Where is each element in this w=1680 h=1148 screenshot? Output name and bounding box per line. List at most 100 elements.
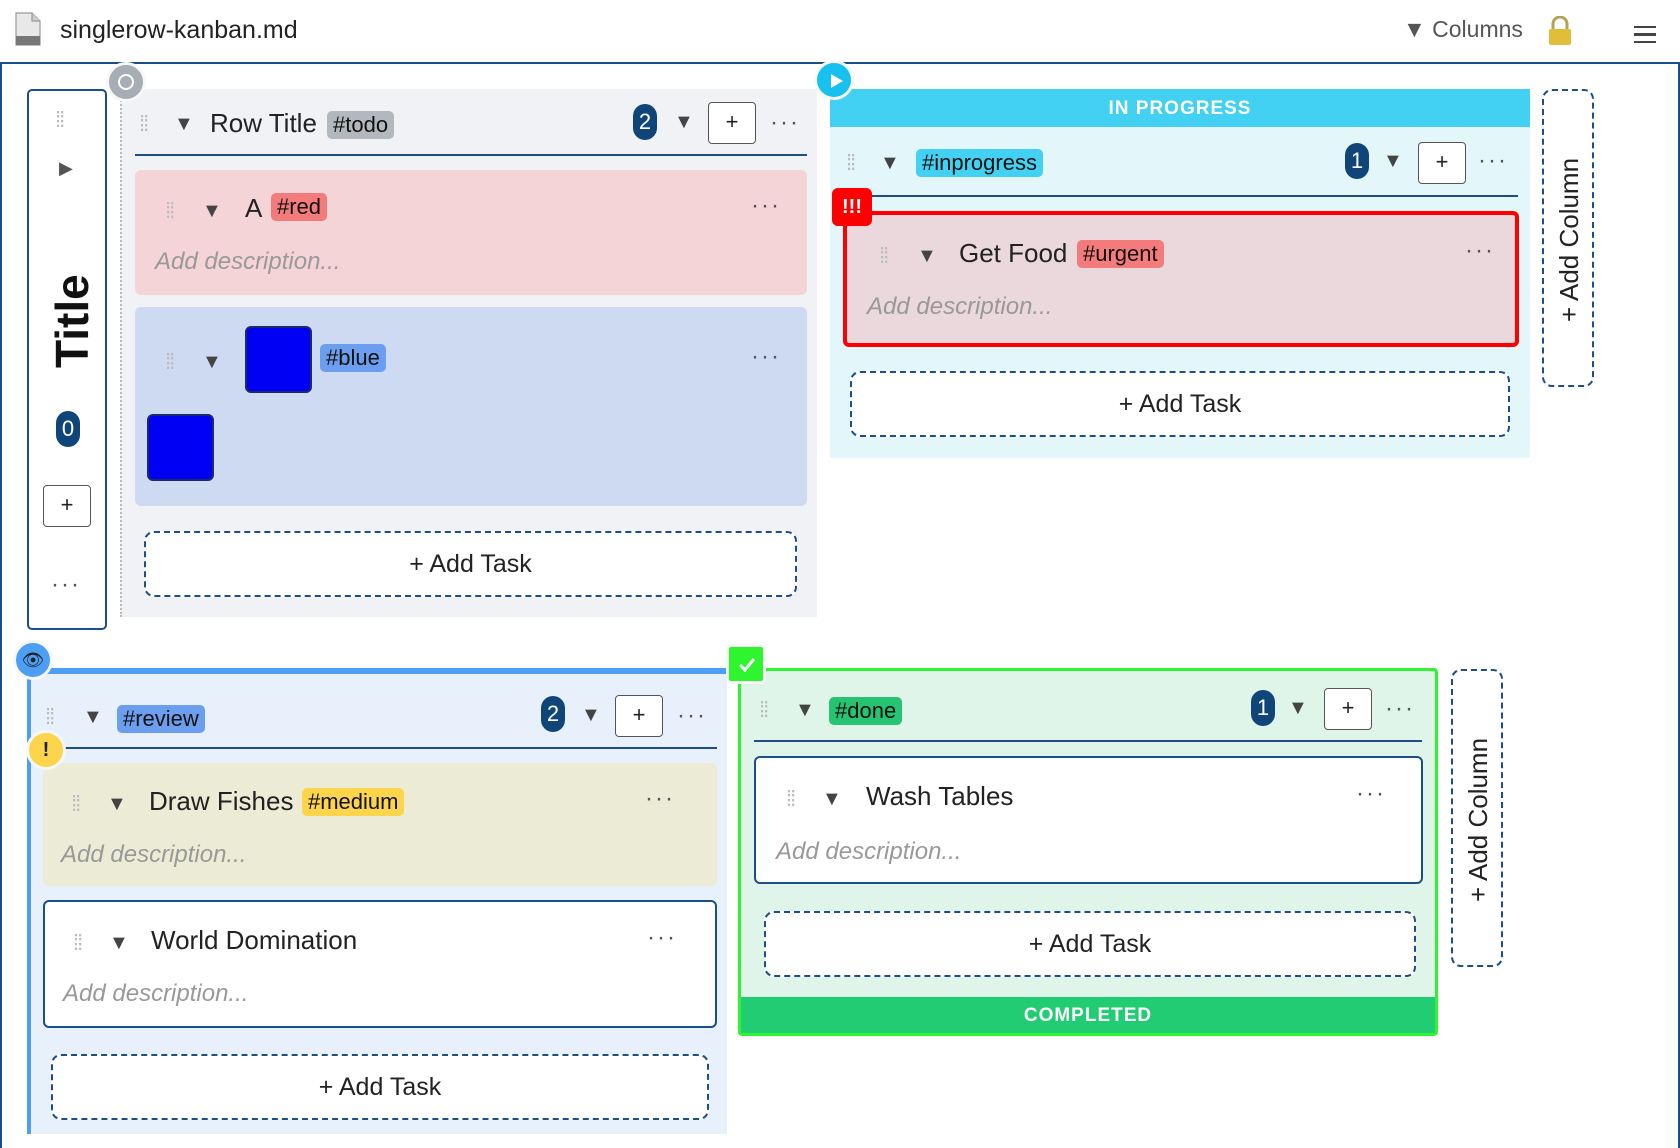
priority-urgent-badge: !!! [832,188,872,226]
column-status-play-icon [814,60,854,100]
column-title[interactable]: Row Title [210,108,317,139]
column-collapse-icon[interactable]: ▼ [880,152,900,175]
add-task-button[interactable]: + Add Task [51,1054,709,1120]
review-tag[interactable]: #review [117,705,205,733]
column-status-eye-icon: 👁 [13,640,53,680]
card-description[interactable]: Add description... [61,841,246,869]
card-collapse-icon[interactable]: ▼ [202,200,222,223]
row-collapse-icon[interactable]: ▶ [59,158,73,179]
column-done: ⁞⁞ ▼ #done 1 ▼ + ··· ⁞⁞ ▼ Wash Tables ··… [738,668,1438,1036]
card-a[interactable]: ⁞⁞ ▼ A #red ··· Add description... [135,170,807,295]
card-collapse-icon[interactable]: ▼ [917,245,937,268]
column-inprogress: IN PROGRESS ⁞⁞ ▼ #inprogress 1 ▼ + ··· ⁞… [830,89,1530,458]
column-footer-banner: COMPLETED [741,997,1435,1033]
row-drag-handle[interactable]: ⁞⁞ [55,109,65,131]
card-description[interactable]: Add description... [867,293,1052,321]
blue-swatch-preview [147,414,214,481]
card-drag-handle[interactable]: ⁞⁞ [786,788,796,810]
add-task-button[interactable]: + Add Task [850,371,1510,437]
column-add-button[interactable]: + [708,102,756,144]
add-column-label: + Add Column [1554,157,1584,323]
column-divider [754,740,1422,742]
columns-menu-button[interactable]: ▼ Columns [1403,16,1523,43]
column-collapse-icon[interactable]: ▼ [174,113,194,136]
priority-medium-badge: ! [26,730,66,770]
card-collapse-icon[interactable]: ▼ [109,932,129,955]
card-tag[interactable]: #medium [302,788,405,816]
card-more-icon[interactable]: ··· [1356,782,1386,806]
column-review: ⁞⁞ ▼ #review 2 ▼ + ··· ⁞⁞ ▼ Draw Fishes … [27,668,727,1134]
done-tag[interactable]: #done [829,697,903,725]
card-draw-fishes[interactable]: ⁞⁞ ▼ Draw Fishes #medium ··· Add descrip… [43,763,717,886]
column-drag-handle[interactable]: ⁞⁞ [846,152,856,174]
card-more-icon[interactable]: ··· [645,787,675,811]
card-description[interactable]: Add description... [155,248,340,276]
add-column-label: + Add Column [1463,737,1493,903]
menu-icon[interactable] [1634,26,1656,43]
inprogress-tag[interactable]: #inprogress [916,149,1043,177]
card-more-icon[interactable]: ··· [647,926,677,950]
column-collapse-icon[interactable]: ▼ [795,699,815,722]
column-more-icon[interactable]: ··· [770,111,800,135]
card-more-icon[interactable]: ··· [1465,239,1495,263]
row-title[interactable]: Title [45,261,98,381]
lock-icon[interactable] [1548,16,1572,46]
column-add-button[interactable]: + [1418,142,1466,184]
blue-swatch [245,326,312,393]
card-collapse-icon[interactable]: ▼ [822,788,842,811]
column-count-badge: 1 [1345,143,1369,179]
add-column-button[interactable]: + Add Column [1542,89,1594,387]
column-drag-handle[interactable]: ⁞⁞ [139,113,149,135]
card-get-food[interactable]: ⁞⁞ ▼ Get Food #urgent ··· Add descriptio… [843,211,1519,347]
column-divider [43,747,717,749]
column-menu-arrow[interactable]: ▼ [1288,697,1308,720]
add-task-button[interactable]: + Add Task [144,531,797,597]
card-description[interactable]: Add description... [63,980,248,1008]
row-count-badge: 0 [56,411,80,447]
card-collapse-icon[interactable]: ▼ [202,351,222,374]
card-title[interactable]: A [245,193,262,224]
row-add-button[interactable]: + [43,485,91,527]
column-add-button[interactable]: + [615,695,663,737]
add-column-button[interactable]: + Add Column [1451,669,1503,967]
card-blue[interactable]: ⁞⁞ ▼ #blue ··· [135,307,807,506]
column-status-todo-icon [106,62,146,102]
column-count-badge: 1 [1251,690,1275,726]
column-more-icon[interactable]: ··· [677,704,707,728]
title-bar: singlerow-kanban.md ▼ Columns [0,0,1680,64]
card-more-icon[interactable]: ··· [751,194,781,218]
column-add-button[interactable]: + [1324,688,1372,730]
add-task-button[interactable]: + Add Task [764,911,1416,977]
row-more-icon[interactable]: ··· [51,573,81,597]
card-drag-handle[interactable]: ⁞⁞ [165,200,175,222]
column-collapse-icon[interactable]: ▼ [83,706,103,729]
card-collapse-icon[interactable]: ▼ [107,793,127,816]
column-divider [842,195,1518,197]
card-tag[interactable]: #red [271,193,328,221]
column-more-icon[interactable]: ··· [1478,149,1508,173]
card-tag[interactable]: #urgent [1077,240,1164,268]
card-drag-handle[interactable]: ⁞⁞ [879,245,889,267]
column-drag-handle[interactable]: ⁞⁞ [759,699,769,721]
card-more-icon[interactable]: ··· [751,345,781,369]
column-more-icon[interactable]: ··· [1385,697,1415,721]
card-tag[interactable]: #blue [320,344,386,372]
card-description[interactable]: Add description... [776,838,961,866]
column-menu-arrow[interactable]: ▼ [674,111,694,134]
card-drag-handle[interactable]: ⁞⁞ [165,351,175,373]
column-drag-handle[interactable]: ⁞⁞ [45,706,55,728]
card-drag-handle[interactable]: ⁞⁞ [73,932,83,954]
card-title[interactable]: Get Food [959,238,1067,269]
card-wash-tables[interactable]: ⁞⁞ ▼ Wash Tables ··· Add description... [754,756,1423,884]
column-divider [135,154,807,156]
card-title[interactable]: World Domination [151,925,357,956]
card-title[interactable]: Wash Tables [866,781,1013,812]
card-drag-handle[interactable]: ⁞⁞ [71,793,81,815]
column-header-banner: IN PROGRESS [830,89,1530,127]
todo-tag[interactable]: #todo [327,111,395,139]
column-menu-arrow[interactable]: ▼ [1383,150,1403,173]
column-count-badge: 2 [541,696,565,732]
card-world-domination[interactable]: ⁞⁞ ▼ World Domination ··· Add descriptio… [43,900,717,1028]
column-menu-arrow[interactable]: ▼ [581,704,601,727]
card-title[interactable]: Draw Fishes [149,786,293,817]
